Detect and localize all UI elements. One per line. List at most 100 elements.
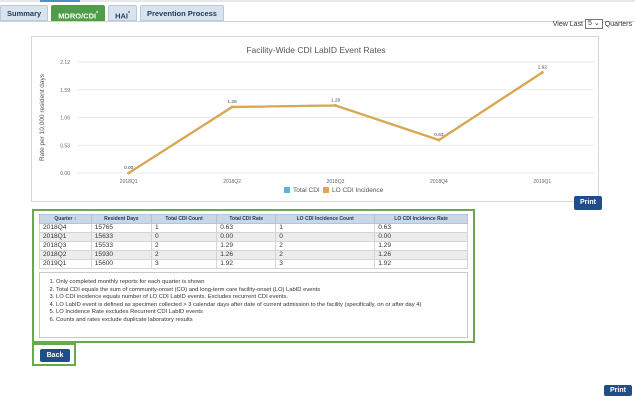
table-cell: 15930 [90,250,152,260]
chart-title: Facility-Wide CDI LabID Event Rates [246,45,385,55]
tab-mdro-cdi[interactable]: MDRO/CDI* [51,5,106,21]
table-cell: 15533 [90,241,152,251]
view-last-control: View Last 5 ⌄ Quarters [553,19,632,29]
data-point [540,70,544,74]
column-header-total-cdi-count[interactable]: Total CDI Count [150,214,218,224]
table-row: 2018Q3 15533 2 1.29 2 1.29 [39,241,468,251]
data-point [334,103,337,107]
table-cell: 1 [275,223,376,233]
y-tick-label: 1.59 [60,88,70,94]
data-table-panel: Quarter ↕ Resident Days Total CDI Count … [32,209,475,343]
footnote: Counts and rates exclude duplicate labor… [56,317,467,325]
table-cell: 1 [150,223,218,233]
footnote: LO Incidence Rate excludes Recurrent CDI… [56,309,467,317]
legend-label-total-cdi: Total CDI [293,187,320,194]
print-page-button[interactable]: Print [604,385,632,396]
table-cell: 0.63 [216,223,277,233]
table-cell: 0 [150,232,218,242]
footnote: LO CDI incidence equals number of LO CDI… [56,294,467,302]
tab-bar: Summary MDRO/CDI* HAI* Prevention Proces… [0,5,227,21]
table-row: 2018Q2 15930 2 1.26 2 1.26 [39,250,468,260]
back-button-highlight: Back [32,343,76,366]
table-cell: 2018Q1 [39,232,92,242]
footnote: Total CDI equals the sum of community-on… [56,287,467,295]
data-point [127,171,131,175]
data-label: 1.29 [331,97,341,103]
x-tick-label: 2018Q2 [223,179,241,185]
table-cell: 0.00 [374,232,468,242]
table-cell: 0.00 [216,232,277,242]
table-cell: 1.92 [374,259,468,269]
view-last-suffix: Quarters [604,20,632,28]
table-cell: 2 [275,250,376,260]
table-cell: 0.63 [374,223,468,233]
top-accent-line [0,0,635,2]
column-header-quarter[interactable]: Quarter ↕ [39,214,92,224]
table-cell: 1.26 [216,250,277,260]
quarters-select[interactable]: 5 ⌄ [584,19,603,29]
tab-marker: * [127,11,130,17]
chart-panel: Facility-Wide CDI LabID Event Rates 2.12 1… [31,36,599,202]
legend-label-lo-cdi-incidence: LO CDI Incidence [332,187,384,194]
x-tick-label: 2018Q3 [327,179,345,185]
sort-icon: ↕ [73,216,77,222]
table-cell: 2 [150,250,218,260]
table-cell: 2019Q1 [39,259,92,269]
data-label: 1.92 [538,64,548,70]
series-line-total-cdi [128,71,543,174]
table-cell: 15633 [90,232,152,242]
footnotes-box: Only completed monthly reports for each … [39,272,468,338]
table-cell: 1.92 [216,259,277,269]
table-header-row: Quarter ↕ Resident Days Total CDI Count … [39,214,468,224]
legend-swatch-total-cdi [284,187,290,193]
table-row: 2018Q4 15765 1 0.63 1 0.63 [39,223,468,233]
table-row: 2019Q1 15600 3 1.92 3 1.92 [39,259,468,269]
column-header-lo-cdi-rate[interactable]: LO CDI Incidence Rate [374,214,468,224]
table-cell: 3 [275,259,376,269]
tab-marker: * [96,11,99,17]
table-row: 2018Q1 15633 0 0.00 0 0.00 [39,232,468,242]
y-axis-label: Rate per 10,000 resident days [39,73,46,161]
footnote: LO LabID event is defined as specimen co… [56,302,467,310]
y-tick-label: 1.06 [60,116,70,122]
data-label: 0.00 [124,165,134,171]
cdi-data-table: Quarter ↕ Resident Days Total CDI Count … [39,214,468,269]
table-cell: 3 [150,259,218,269]
table-cell: 2018Q2 [39,250,92,260]
y-tick-label: 2.12 [60,60,70,66]
tab-summary[interactable]: Summary [0,5,49,21]
table-cell: 2 [150,241,218,251]
x-tick-label: 2018Q1 [120,179,138,185]
tab-bar-divider [0,21,635,22]
legend-swatch-lo-cdi-incidence [323,187,329,193]
table-cell: 2018Q3 [39,241,92,251]
table-cell: 15600 [90,259,152,269]
table-cell: 1.26 [374,250,468,260]
line-chart: Facility-Wide CDI LabID Event Rates 2.12 1… [39,45,594,194]
x-tick-label: 2018Q4 [430,179,448,185]
table-cell: 0 [275,232,376,242]
footnotes-list: Only completed monthly reports for each … [40,279,467,324]
view-last-label: View Last [552,20,583,28]
print-chart-button[interactable]: Print [574,196,602,210]
chevron-down-icon: ⌄ [593,20,600,27]
tab-prevention-process[interactable]: Prevention Process [139,5,224,21]
table-cell: 15765 [90,223,152,233]
table-cell: 2018Q4 [39,223,92,233]
series-line-lo-cdi-incidence [128,71,543,174]
footnote: Only completed monthly reports for each … [56,279,467,287]
data-point [230,105,234,109]
data-label: 0.63 [434,132,444,138]
y-tick-label: 0.53 [60,143,70,149]
column-header-lo-cdi-count[interactable]: LO CDI Incidence Count [275,214,376,224]
column-header-total-cdi-rate[interactable]: Total CDI Rate [216,214,277,224]
tab-hai[interactable]: HAI* [108,5,137,21]
back-button[interactable]: Back [40,349,70,362]
x-tick-label: 2019Q1 [533,179,551,185]
y-tick-label: 0.00 [60,171,70,177]
column-header-resident-days[interactable]: Resident Days [90,214,152,224]
table-cell: 1.29 [374,241,468,251]
table-cell: 1.29 [216,241,277,251]
data-label: 1.26 [227,99,237,105]
data-point [437,138,441,142]
